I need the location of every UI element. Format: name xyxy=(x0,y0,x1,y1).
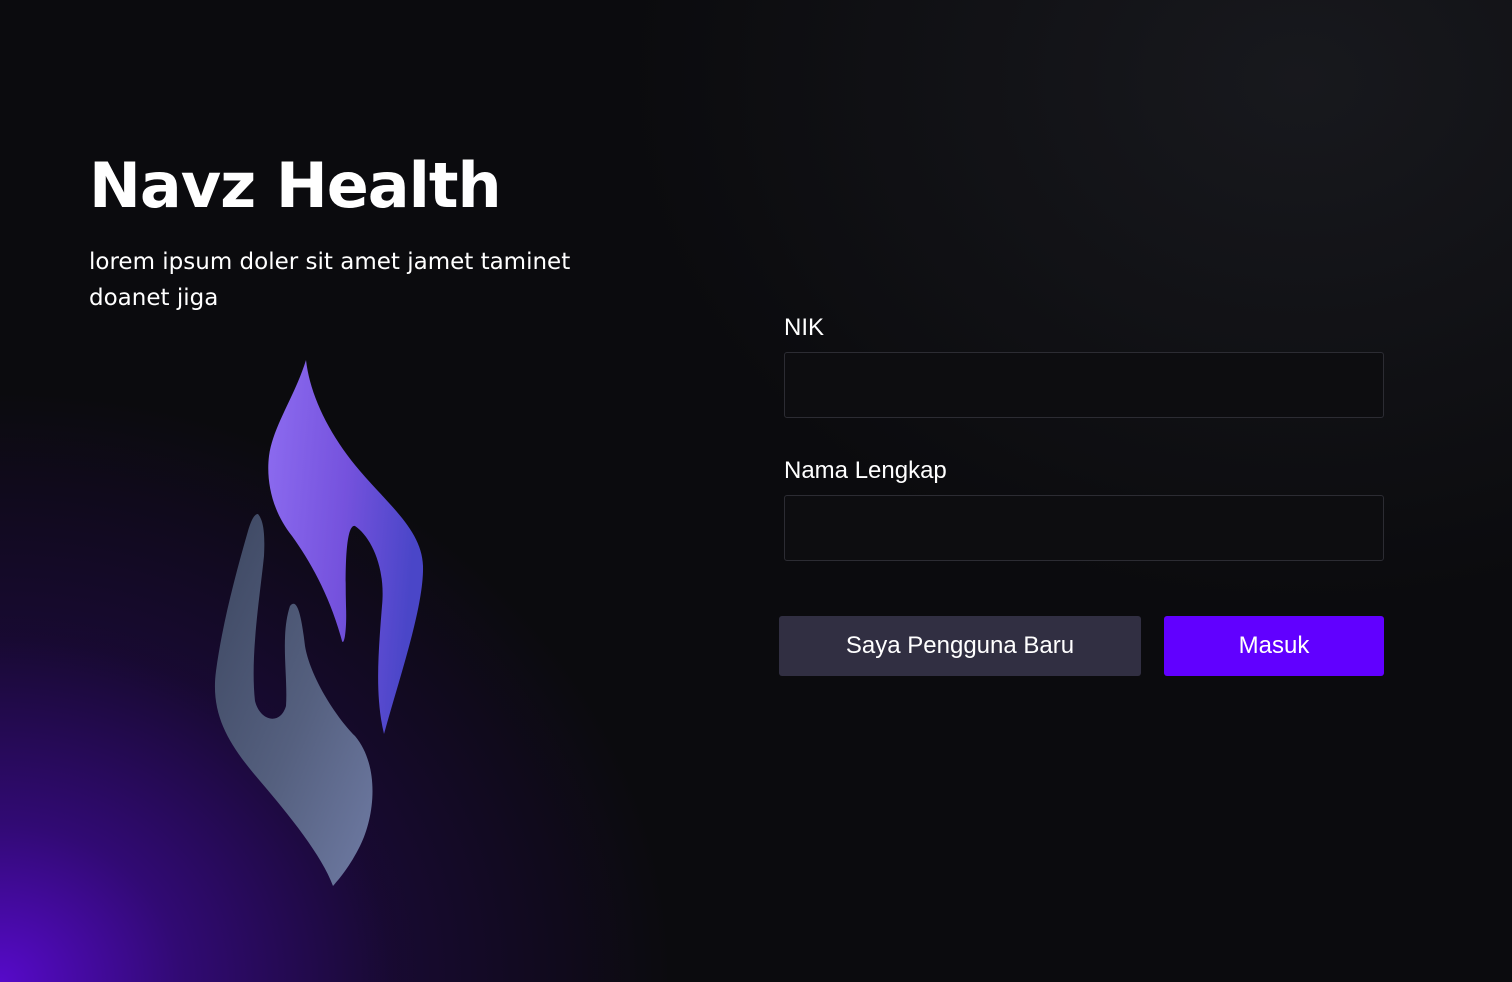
new-user-button[interactable]: Saya Pengguna Baru xyxy=(779,616,1141,676)
hands-logo-icon xyxy=(210,356,430,892)
lower-hand-shape xyxy=(214,514,373,886)
field-spacer xyxy=(779,418,1389,455)
app-title: Navz Health xyxy=(89,149,502,222)
full-name-label: Nama Lengkap xyxy=(784,457,947,484)
form-actions: Saya Pengguna Baru Masuk xyxy=(779,616,1389,676)
login-form: NIK Nama Lengkap Saya Pengguna Baru Masu… xyxy=(779,312,1389,676)
nik-input[interactable] xyxy=(784,352,1384,418)
nik-label: NIK xyxy=(784,314,825,341)
full-name-input[interactable] xyxy=(784,495,1384,561)
login-button[interactable]: Masuk xyxy=(1164,616,1384,676)
app-tagline: lorem ipsum doler sit amet jamet taminet… xyxy=(89,249,571,311)
hero-section: Navz Health lorem ipsum doler sit amet j… xyxy=(89,148,649,316)
